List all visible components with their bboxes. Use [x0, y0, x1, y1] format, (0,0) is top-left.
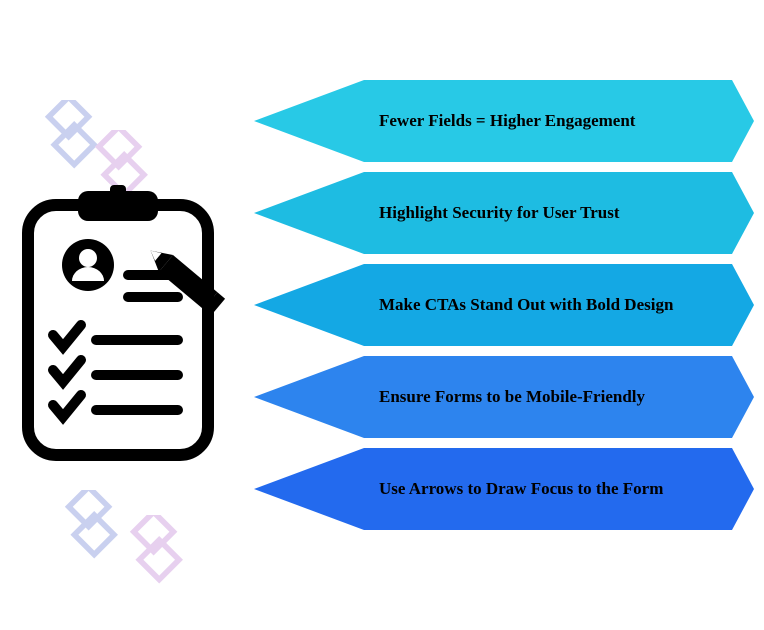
tip-arrow-3: Make CTAs Stand Out with Bold Design: [254, 264, 754, 346]
clipboard-form-icon: [18, 185, 238, 465]
tip-arrow-2: Highlight Security for User Trust: [254, 172, 754, 254]
diagram-stage: Fewer Fields = Higher Engagement Highlig…: [0, 0, 764, 630]
tip-arrow-5: Use Arrows to Draw Focus to the Form: [254, 448, 754, 530]
tip-label: Make CTAs Stand Out with Bold Design: [379, 295, 673, 315]
tip-label: Highlight Security for User Trust: [379, 203, 620, 223]
tips-list: Fewer Fields = Higher Engagement Highlig…: [254, 80, 754, 530]
tip-label: Use Arrows to Draw Focus to the Form: [379, 479, 663, 499]
decorative-diamond-icon: [55, 490, 125, 560]
decorative-diamond-icon: [35, 100, 105, 170]
decorative-diamond-icon: [120, 515, 190, 585]
tip-arrow-1: Fewer Fields = Higher Engagement: [254, 80, 754, 162]
tip-label: Fewer Fields = Higher Engagement: [379, 111, 635, 131]
tip-arrow-4: Ensure Forms to be Mobile-Friendly: [254, 356, 754, 438]
tip-label: Ensure Forms to be Mobile-Friendly: [379, 387, 645, 407]
